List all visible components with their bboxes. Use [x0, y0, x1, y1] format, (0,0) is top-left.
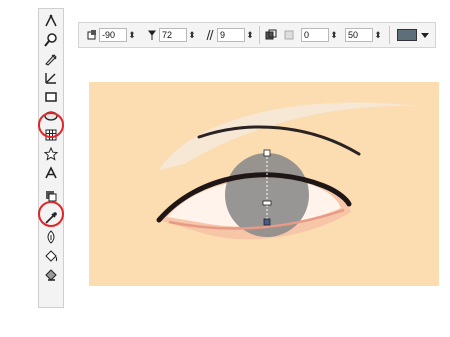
edge-pad-input[interactable]: 9 [217, 28, 245, 42]
copy-properties-icon[interactable] [264, 28, 278, 42]
freehand-icon [45, 14, 57, 27]
color-picker[interactable] [397, 27, 429, 43]
angle2-group: 72 ⬍ [145, 27, 197, 43]
transparency-tool-highlight [38, 201, 64, 227]
toolbox [38, 8, 64, 308]
interactive-fill-tool-button[interactable] [40, 266, 62, 284]
angle2-spinner[interactable]: ⬍ [187, 28, 197, 42]
fill-bucket-icon [45, 250, 58, 262]
separator [259, 26, 260, 44]
separator [389, 26, 390, 44]
rectangle-icon [45, 92, 57, 102]
freehand-tool-button[interactable] [40, 12, 62, 30]
star-icon [43, 146, 59, 161]
eye-illustration [156, 102, 419, 240]
angle-icon [85, 28, 99, 42]
text-icon [45, 166, 57, 179]
transparency-end-handle[interactable] [263, 218, 271, 226]
outline-pen-tool-button[interactable] [40, 228, 62, 246]
mode-buttons [264, 27, 296, 43]
dimension-icon [45, 73, 56, 84]
transparency-midpoint-slider[interactable] [262, 200, 272, 206]
end-spinner[interactable]: ⬍ [373, 28, 383, 42]
angle-group: -90 ⬍ [85, 27, 137, 43]
property-bar: -90 ⬍ 72 ⬍ 9 ⬍ 0 ⬍ 50 ⬍ [78, 22, 436, 48]
pen-icon [45, 54, 57, 66]
freeze-icon[interactable] [282, 28, 296, 42]
color-swatch [397, 29, 417, 41]
midpoint-icon [145, 28, 159, 42]
start-spinner[interactable]: ⬍ [329, 28, 339, 42]
angle-input[interactable]: -90 [99, 28, 127, 42]
chevron-down-icon [421, 32, 429, 38]
text-tool-button[interactable] [40, 164, 62, 182]
star-tool-button[interactable] [40, 145, 62, 163]
end-input[interactable]: 50 [345, 28, 373, 42]
angle-spinner[interactable]: ⬍ [127, 28, 137, 42]
zoom-tool-button[interactable] [40, 31, 62, 49]
edge-pad-group: 9 ⬍ [203, 27, 255, 43]
edge-pad-spinner[interactable]: ⬍ [245, 28, 255, 42]
angle2-input[interactable]: 72 [159, 28, 187, 42]
transparency-start-handle[interactable] [263, 149, 271, 157]
start-group: 0 ⬍ [301, 27, 339, 43]
dimension-tool-button[interactable] [40, 69, 62, 87]
outline-pen-icon [47, 230, 55, 244]
start-input[interactable]: 0 [301, 28, 329, 42]
end-group: 50 ⬍ [345, 27, 383, 43]
drawing-canvas [89, 82, 439, 286]
edge-pad-icon [203, 28, 217, 42]
rectangle-tool-button[interactable] [40, 88, 62, 106]
zoom-icon [44, 33, 57, 47]
fill-tool-button[interactable] [40, 247, 62, 265]
ellipse-tool-highlight [38, 112, 64, 138]
interactive-fill-icon [45, 269, 57, 281]
pen-tool-button[interactable] [40, 50, 62, 68]
